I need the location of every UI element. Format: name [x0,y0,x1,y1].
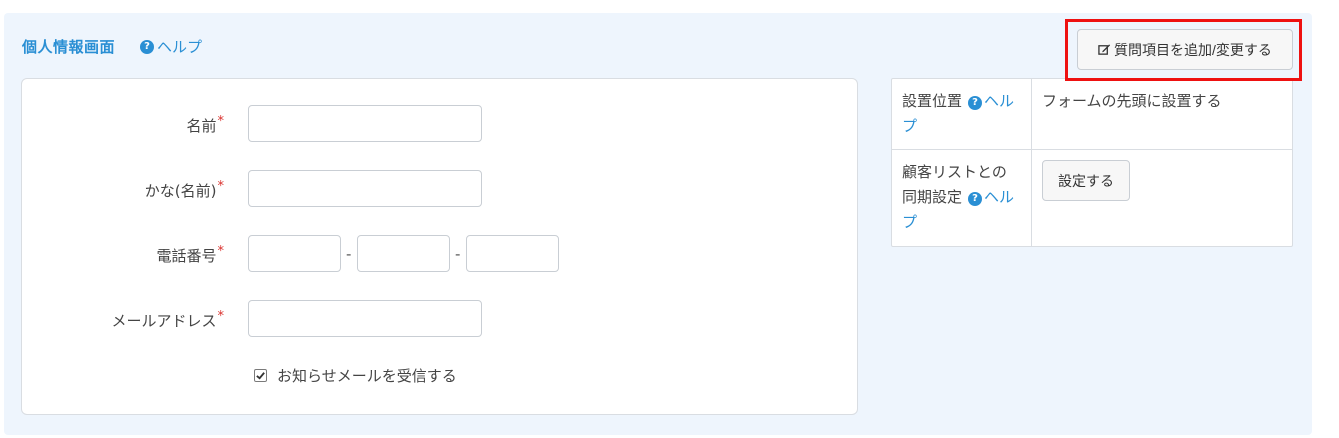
name-label: 名前* [186,114,225,135]
newsletter-label: お知らせメールを受信する [277,367,457,385]
edit-icon [1098,44,1111,55]
email-label: メールアドレス* [111,309,225,330]
add-question-label: 質問項目を追加/変更する [1114,41,1272,58]
add-question-button[interactable]: 質問項目を追加/変更する [1077,29,1293,70]
email-input[interactable] [248,300,482,337]
sync-settings-button[interactable]: 設定する [1042,160,1130,201]
required-mark: * [217,179,225,194]
form-card: 名前* かな(名前)* 電話番号* - - メールアドレス* お知らせメールを受… [21,78,858,415]
name-input[interactable] [248,105,482,142]
panel-help-link[interactable]: ? ヘルプ [140,36,202,57]
phone-input-3[interactable] [466,235,559,272]
question-circle-icon: ? [968,96,983,110]
newsletter-checkbox[interactable] [254,369,267,382]
phone-label: 電話番号* [156,244,225,265]
phone-input-2[interactable] [357,235,450,272]
position-value: フォームの先頭に設置する [1042,92,1222,110]
question-circle-icon: ? [968,192,983,206]
sync-header: 顧客リストとの同期設定? ヘルプ [892,150,1032,246]
phone-separator: - [346,245,352,263]
sync-row: 顧客リストとの同期設定? ヘルプ 設定する [892,150,1292,246]
question-circle-icon: ? [140,39,154,54]
position-row: 設置位置? ヘルプ フォームの先頭に設置する [892,79,1292,150]
required-mark: * [217,244,225,259]
check-icon [256,372,265,380]
settings-table: 設置位置? ヘルプ フォームの先頭に設置する 顧客リストとの同期設定? ヘルプ 設定… [891,78,1293,247]
phone-input-1[interactable] [248,235,341,272]
required-mark: * [217,114,225,129]
newsletter-option[interactable]: お知らせメールを受信する [254,365,457,386]
phone-separator: - [455,245,461,263]
sync-cell: 設定する [1032,150,1292,246]
kana-input[interactable] [248,170,482,207]
kana-label: かな(名前)* [144,179,225,200]
required-mark: * [217,309,225,324]
panel-title: 個人情報画面 [22,38,116,56]
position-header: 設置位置? ヘルプ [892,79,1032,149]
help-label: ヘルプ [157,38,203,56]
